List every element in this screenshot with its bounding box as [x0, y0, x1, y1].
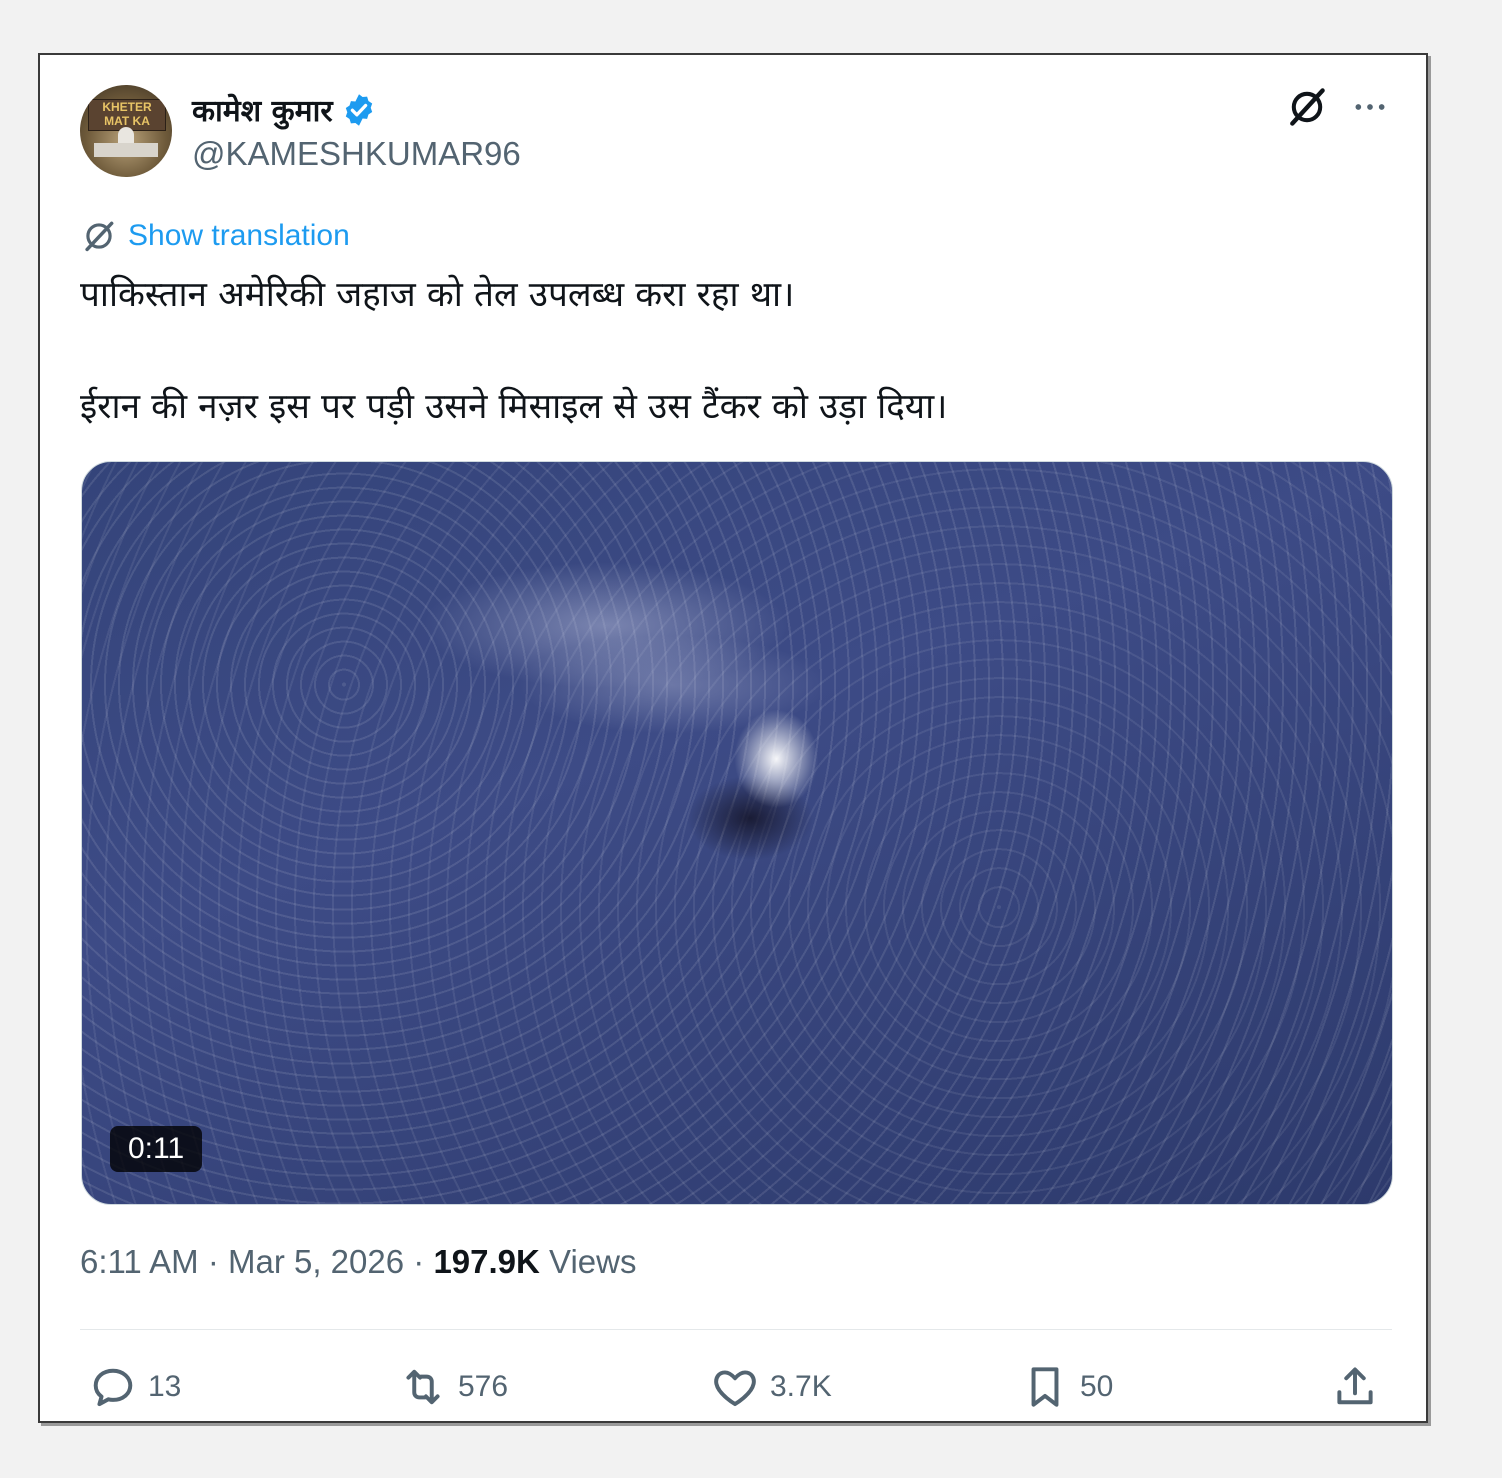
show-translation-label: Show translation [128, 219, 350, 252]
translate-icon [85, 221, 114, 252]
reply-button[interactable]: 13 [88, 1359, 181, 1415]
bookmark-icon [1031, 1367, 1059, 1407]
tweet-meta: 6:11 AM · Mar 5, 2026 · 197.9K Views [80, 1243, 636, 1281]
share-icon [1337, 1367, 1373, 1405]
meta-separator: · [207, 1243, 228, 1280]
display-name-text: कामेश कुमार [192, 94, 333, 129]
timestamp-date[interactable]: Mar 5, 2026 [228, 1243, 404, 1280]
tweet-text: पाकिस्तान अमेरिकी जहाज को तेल उपलब्ध करा… [80, 267, 1380, 435]
reply-icon [93, 1368, 133, 1407]
timestamp-time[interactable]: 6:11 AM [80, 1243, 199, 1280]
bookmark-count: 50 [1080, 1370, 1114, 1403]
action-bar: 13 576 3.7K 50 [80, 1359, 1392, 1415]
bookmark-button[interactable]: 50 [1020, 1359, 1113, 1415]
tweet-card: KHETER MAT KA कामेश कुमार @KAMESHKUMAR96… [38, 53, 1428, 1423]
like-button[interactable]: 3.7K [710, 1359, 832, 1415]
video-duration-badge: 0:11 [110, 1126, 203, 1172]
video-player[interactable]: 0:11 [81, 461, 1393, 1205]
views-count: 197.9K [433, 1243, 540, 1280]
repost-count: 576 [458, 1370, 509, 1403]
verified-badge-icon [345, 93, 372, 126]
like-icon [714, 1370, 756, 1407]
tweet-text-line-1: पाकिस्तान अमेरिकी जहाज को तेल उपलब्ध करा… [80, 275, 795, 315]
avatar[interactable]: KHETER MAT KA [80, 85, 172, 177]
show-translation-link[interactable]: Show translation [80, 217, 350, 255]
avatar-desk [94, 143, 158, 157]
repost-icon [406, 1369, 440, 1405]
meta-separator: · [413, 1243, 434, 1280]
avatar-sign-line1: KHETER [102, 100, 152, 114]
display-name[interactable]: कामेश कुमार [192, 89, 377, 130]
reply-count: 13 [148, 1370, 182, 1403]
avatar-sign-line2: MAT KA [104, 114, 150, 128]
tweet-text-line-2: ईरान की नज़र इस पर पड़ी उसने मिसाइल से उ… [80, 387, 948, 427]
repost-button[interactable]: 576 [398, 1359, 508, 1415]
grok-icon[interactable] [1285, 85, 1329, 129]
handle[interactable]: @KAMESHKUMAR96 [192, 135, 521, 173]
more-icon[interactable] [1350, 87, 1390, 127]
divider [80, 1329, 1392, 1330]
share-button[interactable] [1330, 1359, 1380, 1415]
like-count: 3.7K [770, 1370, 832, 1403]
views-label: Views [549, 1243, 637, 1280]
